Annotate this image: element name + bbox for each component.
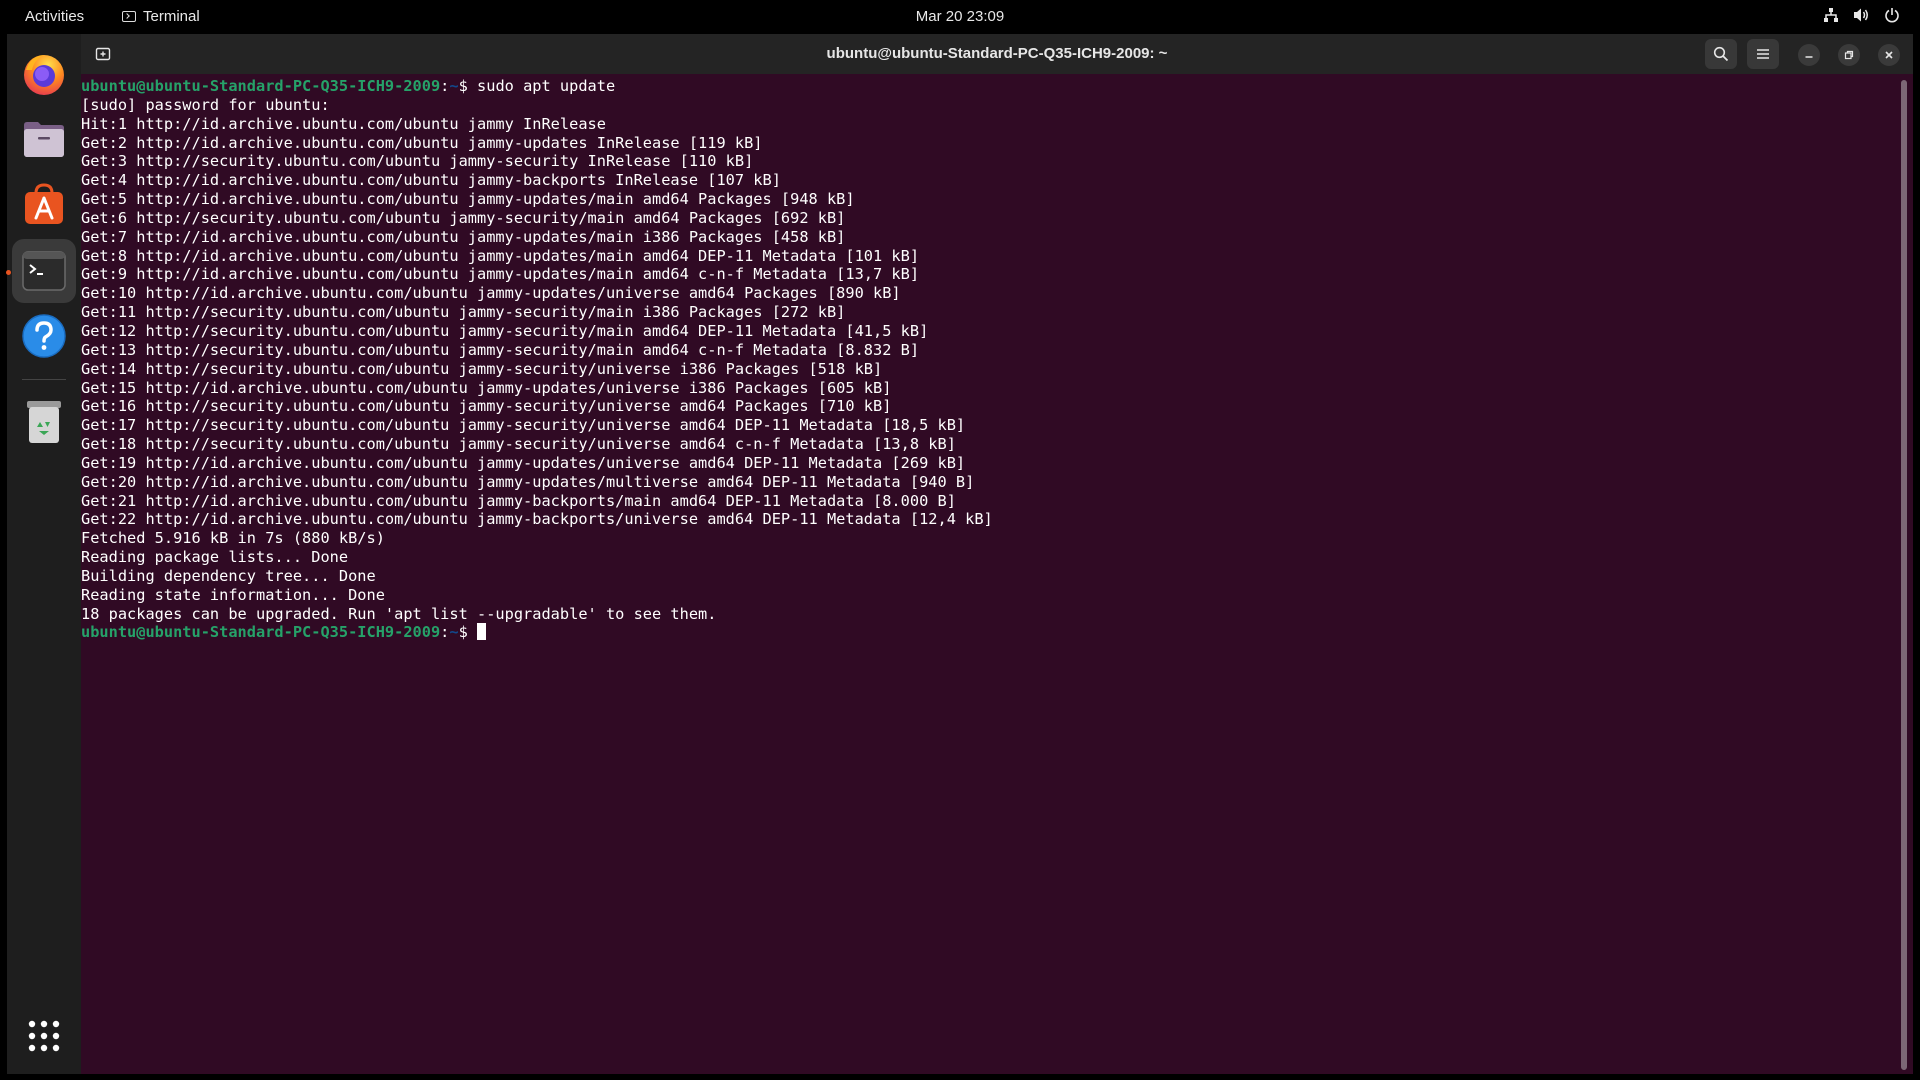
output-line: Get:6 http://security.ubuntu.com/ubuntu … [81, 208, 846, 227]
prompt-user: ubuntu@ubuntu-Standard-PC-Q35-ICH9-2009 [81, 77, 441, 95]
output-line: Get:12 http://security.ubuntu.com/ubuntu… [81, 321, 929, 340]
hamburger-icon [1757, 49, 1769, 59]
close-button[interactable] [1878, 44, 1900, 66]
output-line: Get:11 http://security.ubuntu.com/ubuntu… [81, 303, 846, 322]
output-line: Get:8 http://id.archive.ubuntu.com/ubunt… [81, 246, 920, 265]
output-line: Get:9 http://id.archive.ubuntu.com/ubunt… [81, 265, 920, 284]
close-icon [1885, 51, 1893, 59]
output-line: Get:4 http://id.archive.ubuntu.com/ubunt… [81, 171, 781, 190]
dock-separator [22, 379, 66, 380]
header-bar[interactable]: ubuntu@ubuntu-Standard-PC-Q35-ICH9-2009:… [81, 34, 1913, 74]
prompt-path: ~ [449, 77, 459, 95]
output-line: Get:5 http://id.archive.ubuntu.com/ubunt… [81, 190, 855, 209]
dock [6, 34, 81, 1074]
firefox-icon [24, 55, 64, 95]
command-text: sudo apt update [477, 77, 616, 95]
output-line: Hit:1 http://id.archive.ubuntu.com/ubunt… [81, 114, 606, 133]
show-apps-button[interactable] [12, 1004, 76, 1068]
system-tray[interactable] [1823, 7, 1900, 23]
app-center-icon [25, 183, 63, 224]
menu-button[interactable] [1747, 39, 1779, 69]
output-line: Building dependency tree... Done [81, 566, 376, 585]
output-line: Reading package lists... Done [81, 548, 349, 567]
output-line: Get:22 http://id.archive.ubuntu.com/ubun… [81, 510, 993, 529]
dock-item-terminal[interactable] [12, 239, 76, 303]
dock-item-help[interactable] [12, 304, 76, 368]
output-line: Get:3 http://security.ubuntu.com/ubuntu … [81, 152, 754, 171]
search-icon [1713, 46, 1729, 62]
terminal-icon [22, 251, 66, 291]
dock-item-files[interactable] [12, 107, 76, 171]
restore-icon [1844, 50, 1854, 60]
maximize-button[interactable] [1838, 44, 1860, 66]
output-line: Get:15 http://id.archive.ubuntu.com/ubun… [81, 378, 892, 397]
prompt-separator: : [440, 77, 450, 95]
search-button[interactable] [1705, 39, 1737, 69]
prompt-path: ~ [449, 623, 459, 642]
scrollbar[interactable] [1901, 80, 1907, 1070]
prompt-separator: : [440, 623, 450, 642]
prompt-symbol: $ [458, 623, 478, 642]
prompt-symbol: $ [458, 77, 478, 95]
power-icon [1885, 8, 1899, 23]
output-line: Get:21 http://id.archive.ubuntu.com/ubun… [81, 491, 956, 510]
network-icon [1824, 8, 1838, 22]
dock-item-trash[interactable] [12, 389, 76, 453]
trash-icon [27, 401, 61, 443]
output-line: [sudo] password for ubuntu: [81, 95, 330, 114]
output-line: Get:18 http://security.ubuntu.com/ubuntu… [81, 435, 956, 454]
window-title: ubuntu@ubuntu-Standard-PC-Q35-ICH9-2009:… [826, 45, 1168, 62]
volume-icon [1854, 8, 1868, 22]
output-lines: [sudo] password for ubuntu: Hit:1 http:/… [81, 96, 993, 623]
terminal-content[interactable]: ubuntu@ubuntu-Standard-PC-Q35-ICH9-2009:… [81, 74, 1893, 1074]
output-line: Get:10 http://id.archive.ubuntu.com/ubun… [81, 284, 901, 303]
terminal-output: ubuntu@ubuntu-Standard-PC-Q35-ICH9-2009:… [81, 77, 1893, 642]
output-line: Get:14 http://security.ubuntu.com/ubuntu… [81, 359, 883, 378]
running-indicator [6, 270, 11, 275]
output-line: Get:20 http://id.archive.ubuntu.com/ubun… [81, 472, 975, 491]
output-line: Get:2 http://id.archive.ubuntu.com/ubunt… [81, 133, 763, 152]
output-line: Get:17 http://security.ubuntu.com/ubuntu… [81, 416, 966, 435]
output-line: 18 packages can be upgraded. Run 'apt li… [81, 604, 717, 623]
dock-item-firefox[interactable] [12, 42, 76, 106]
output-line: Reading state information... Done [81, 585, 385, 604]
output-line: Fetched 5.916 kB in 7s (880 kB/s) [81, 529, 385, 548]
terminal-cursor [477, 623, 487, 641]
output-line: Get:19 http://id.archive.ubuntu.com/ubun… [81, 453, 966, 472]
terminal-window: ubuntu@ubuntu-Standard-PC-Q35-ICH9-2009:… [81, 34, 1913, 1074]
minimize-icon [1805, 56, 1813, 58]
output-line: Get:16 http://security.ubuntu.com/ubuntu… [81, 397, 892, 416]
output-line: Get:7 http://id.archive.ubuntu.com/ubunt… [81, 227, 846, 246]
clock-button[interactable]: Mar 20 23:09 [0, 8, 1920, 25]
top-bar: Activities Terminal Mar 20 23:09 [0, 0, 1920, 34]
prompt-user: ubuntu@ubuntu-Standard-PC-Q35-ICH9-2009 [81, 623, 441, 642]
output-line: Get:13 http://security.ubuntu.com/ubuntu… [81, 340, 920, 359]
dock-item-app-center[interactable] [12, 172, 76, 236]
grid-icon [28, 1020, 60, 1052]
files-icon [24, 122, 64, 157]
minimize-button[interactable] [1798, 44, 1820, 66]
help-icon [22, 314, 66, 358]
